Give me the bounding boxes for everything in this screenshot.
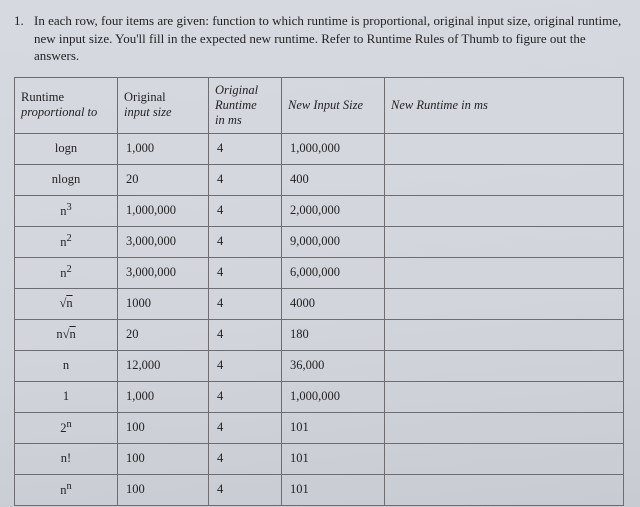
col3-line1: Original: [215, 83, 275, 98]
cell-function: n2: [15, 257, 118, 288]
col3-line2: Runtime: [215, 98, 275, 113]
cell-new-runtime[interactable]: [385, 350, 624, 381]
header-row: Runtime proportional to Original input s…: [15, 77, 624, 133]
cell-function: nn: [15, 474, 118, 505]
cell-original-runtime: 4: [209, 474, 282, 505]
cell-original-size: 20: [118, 319, 209, 350]
cell-original-runtime: 4: [209, 226, 282, 257]
cell-new-runtime[interactable]: [385, 412, 624, 443]
cell-original-size: 12,000: [118, 350, 209, 381]
cell-original-runtime: 4: [209, 257, 282, 288]
table-row: n23,000,00046,000,000: [15, 257, 624, 288]
cell-new-runtime[interactable]: [385, 319, 624, 350]
cell-new-size: 1,000,000: [282, 133, 385, 164]
cell-original-size: 1,000: [118, 133, 209, 164]
cell-original-size: 100: [118, 412, 209, 443]
cell-original-runtime: 4: [209, 381, 282, 412]
cell-original-runtime: 4: [209, 350, 282, 381]
cell-new-size: 4000: [282, 288, 385, 319]
cell-original-size: 100: [118, 443, 209, 474]
table-row: n!1004101: [15, 443, 624, 474]
table-row: n12,000436,000: [15, 350, 624, 381]
cell-function: 1: [15, 381, 118, 412]
cell-original-size: 100: [118, 474, 209, 505]
cell-function: nlogn: [15, 164, 118, 195]
cell-original-size: 1,000,000: [118, 195, 209, 226]
cell-original-runtime: 4: [209, 412, 282, 443]
col-original-runtime: Original Runtime in ms: [209, 77, 282, 133]
cell-new-size: 101: [282, 443, 385, 474]
cell-new-size: 101: [282, 474, 385, 505]
table-row: logn1,00041,000,000: [15, 133, 624, 164]
table-row: n31,000,00042,000,000: [15, 195, 624, 226]
table-row: n23,000,00049,000,000: [15, 226, 624, 257]
cell-function: n3: [15, 195, 118, 226]
cell-new-size: 36,000: [282, 350, 385, 381]
cell-original-runtime: 4: [209, 288, 282, 319]
cell-original-size: 3,000,000: [118, 257, 209, 288]
cell-new-size: 2,000,000: [282, 195, 385, 226]
col2-line1: Original: [124, 90, 166, 104]
cell-function: n2: [15, 226, 118, 257]
cell-function: n!: [15, 443, 118, 474]
cell-function: √n: [15, 288, 118, 319]
cell-original-runtime: 4: [209, 443, 282, 474]
cell-new-runtime[interactable]: [385, 474, 624, 505]
cell-new-size: 9,000,000: [282, 226, 385, 257]
cell-new-size: 1,000,000: [282, 381, 385, 412]
cell-new-size: 6,000,000: [282, 257, 385, 288]
cell-function: 2n: [15, 412, 118, 443]
cell-function: n: [15, 350, 118, 381]
cell-new-runtime[interactable]: [385, 257, 624, 288]
runtime-table: Runtime proportional to Original input s…: [14, 77, 624, 506]
col-new-runtime: New Runtime in ms: [385, 77, 624, 133]
col1-line1: Runtime: [21, 90, 64, 104]
col-new-input-size: New Input Size: [282, 77, 385, 133]
cell-new-runtime[interactable]: [385, 443, 624, 474]
table-row: √n100044000: [15, 288, 624, 319]
cell-new-runtime[interactable]: [385, 288, 624, 319]
cell-original-size: 1000: [118, 288, 209, 319]
cell-original-runtime: 4: [209, 195, 282, 226]
cell-original-size: 20: [118, 164, 209, 195]
col-runtime-proportional: Runtime proportional to: [15, 77, 118, 133]
cell-new-size: 101: [282, 412, 385, 443]
table-row: nlogn204400: [15, 164, 624, 195]
cell-function: n√n: [15, 319, 118, 350]
table-body: logn1,00041,000,000nlogn204400n31,000,00…: [15, 133, 624, 505]
cell-original-size: 3,000,000: [118, 226, 209, 257]
col1-line2: proportional to: [21, 105, 111, 120]
cell-new-runtime[interactable]: [385, 164, 624, 195]
cell-new-runtime[interactable]: [385, 133, 624, 164]
cell-new-runtime[interactable]: [385, 381, 624, 412]
cell-original-runtime: 4: [209, 133, 282, 164]
cell-new-runtime[interactable]: [385, 226, 624, 257]
cell-function: logn: [15, 133, 118, 164]
question-number: 1.: [14, 12, 34, 65]
cell-original-runtime: 4: [209, 164, 282, 195]
col2-line2: input size: [124, 105, 202, 120]
table-row: n√n204180: [15, 319, 624, 350]
col5-label: New Runtime in ms: [391, 98, 488, 112]
cell-new-runtime[interactable]: [385, 195, 624, 226]
table-row: 11,00041,000,000: [15, 381, 624, 412]
table-row: nn1004101: [15, 474, 624, 505]
question-text: In each row, four items are given: funct…: [34, 12, 624, 65]
table-row: 2n1004101: [15, 412, 624, 443]
col-original-input-size: Original input size: [118, 77, 209, 133]
col3-line3: in ms: [215, 113, 275, 128]
cell-new-size: 180: [282, 319, 385, 350]
question-block: 1. In each row, four items are given: fu…: [14, 12, 624, 65]
cell-original-runtime: 4: [209, 319, 282, 350]
col4-label: New Input Size: [288, 98, 363, 112]
cell-original-size: 1,000: [118, 381, 209, 412]
cell-new-size: 400: [282, 164, 385, 195]
